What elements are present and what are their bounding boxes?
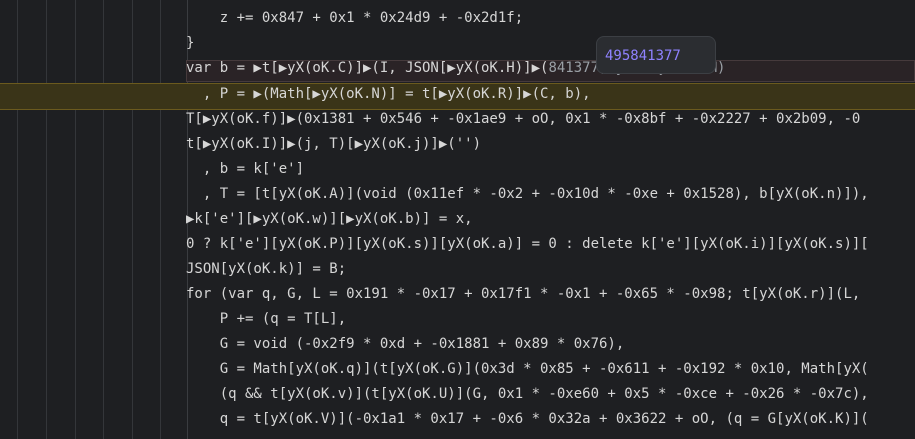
code-line[interactable]: q = t[yX(oK.V)](-0x1a1 * 0x17 + -0x6 * 0… xyxy=(186,407,915,432)
code-line[interactable]: ▶k['e'][▶yX(oK.w)][▶yX(oK.b)] = x, xyxy=(186,207,915,232)
code-line[interactable]: P += (q = T[L], xyxy=(186,307,915,332)
code-line[interactable]: G = void (-0x2f9 * 0xd + -0x1881 + 0x89 … xyxy=(186,332,915,357)
code-line[interactable]: , T = [t[yX(oK.A)](void (0x11ef * -0x2 +… xyxy=(186,182,915,207)
code-line[interactable]: JSON[yX(oK.k)] = B; xyxy=(186,257,915,282)
gutter-line xyxy=(160,0,161,439)
code-line[interactable]: t[▶yX(oK.I)]▶(j, T)[▶yX(oK.j)]▶('') xyxy=(186,132,915,157)
gutter-line xyxy=(75,0,76,439)
gutter-line xyxy=(132,0,133,439)
gutter-line xyxy=(17,0,18,439)
code-line-current[interactable]: , P = ▶(Math[▶yX(oK.N)] = t[▶yX(oK.R)]▶(… xyxy=(186,82,915,107)
code-line[interactable]: var b = ▶t[▶yX(oK.C)]▶(I, JSON[▶yX(oK.H)… xyxy=(186,56,915,81)
code-line[interactable]: for (var q, G, L = 0x191 * -0x17 + 0x17f… xyxy=(186,282,915,307)
code-line[interactable]: G = Math[yX(oK.q)](t[yX(oK.G)](0x3d * 0x… xyxy=(186,357,915,382)
code-line[interactable]: (q && t[yX(oK.v)](t[yX(oK.U)](G, 0x1 * -… xyxy=(186,382,915,407)
code-line[interactable]: z += 0x847 + 0x1 * 0x24d9 + -0x2d1f; xyxy=(186,6,915,31)
gutter-line xyxy=(103,0,104,439)
code-line[interactable]: T[▶yX(oK.f)]▶(0x1381 + 0x546 + -0x1ae9 +… xyxy=(186,107,915,132)
value-tooltip: 495841377 xyxy=(596,36,716,74)
code-line[interactable]: 0 ? k['e'][yX(oK.P)][yX(oK.s)][yX(oK.a)]… xyxy=(186,232,915,257)
code-line[interactable]: , b = k['e'] xyxy=(186,157,915,182)
code-line[interactable]: } xyxy=(186,31,915,56)
gutter-line xyxy=(46,0,47,439)
